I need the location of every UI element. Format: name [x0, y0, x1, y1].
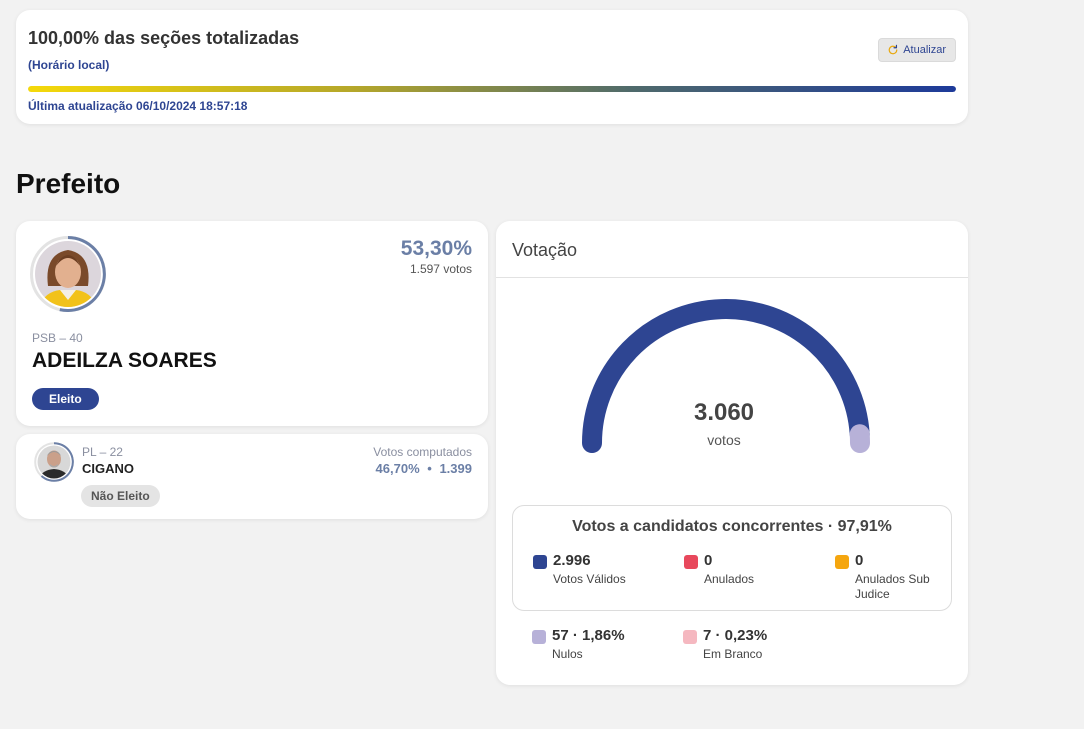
total-votes: 3.060 — [693, 399, 755, 426]
candidate-card-elected[interactable]: 53,30% 1.597 votos PSB – 40 ADEILZA SOAR… — [16, 221, 488, 426]
candidate-votes: 1.597 votos — [409, 262, 472, 276]
refresh-label: Atualizar — [903, 44, 946, 56]
last-update-text: Última atualização 06/10/2024 18:57:18 — [28, 99, 248, 113]
divider — [496, 277, 968, 278]
candidate-percent: 53,30% — [400, 237, 472, 260]
candidate-card[interactable]: PL – 22 CIGANO Não Eleito Votos computad… — [16, 434, 488, 519]
candidate-name: CIGANO — [82, 461, 134, 476]
refresh-button[interactable]: Atualizar — [878, 38, 956, 62]
candidate-avatar — [30, 236, 106, 312]
legend-swatch — [683, 630, 697, 644]
candidate-percent: 46,70% — [375, 461, 420, 476]
not-elected-badge: Não Eleito — [81, 485, 160, 507]
legend-swatch — [684, 555, 698, 569]
votacao-title: Votação — [512, 240, 578, 260]
valid-votes-title: Votos a candidatos concorrentes · 97,91% — [572, 518, 892, 535]
local-time-label: (Horário local) — [28, 58, 110, 72]
refresh-icon — [888, 44, 898, 55]
stat-label: Nulos — [552, 647, 583, 661]
stat-label: Anulados Sub Judice — [855, 572, 930, 601]
totalization-progress-fill — [28, 86, 956, 92]
totalization-progress-bar — [28, 86, 956, 92]
valid-votes-box: Votos a candidatos concorrentes · 97,91%… — [512, 505, 952, 611]
votacao-card: Votação 3.060 votos Votos a candidatos c… — [496, 221, 968, 685]
stat-value: 0 — [704, 552, 713, 569]
elected-badge: Eleito — [32, 388, 99, 410]
totalization-status-card: 100,00% das seções totalizadas (Horário … — [16, 10, 968, 124]
stat-value: 2.996 — [553, 552, 591, 569]
total-votes-unit: votos — [707, 432, 741, 448]
computed-votes-label: Votos computados — [373, 445, 472, 459]
stat-label: Anulados — [704, 572, 755, 586]
candidate-stats: 46,70% • 1.399 — [376, 461, 472, 476]
candidate-party: PSB – 40 — [32, 331, 83, 345]
totalization-title: 100,00% das seções totalizadas — [28, 28, 300, 48]
stat-value: 0 — [855, 552, 864, 569]
stat-value: 7 · 0,23% — [703, 627, 768, 644]
candidate-avatar — [34, 442, 74, 482]
legend-swatch — [533, 555, 547, 569]
candidate-votes: 1.399 — [439, 461, 472, 476]
page-title: Prefeito — [16, 168, 121, 199]
candidate-party: PL – 22 — [82, 445, 123, 459]
legend-swatch — [835, 555, 849, 569]
separator-bullet: • — [427, 461, 432, 476]
stat-label: Votos Válidos — [553, 572, 626, 586]
legend-swatch — [532, 630, 546, 644]
candidate-name: ADEILZA SOARES — [32, 349, 217, 372]
stat-label: Em Branco — [703, 647, 763, 661]
stat-value: 57 · 1,86% — [552, 627, 625, 644]
